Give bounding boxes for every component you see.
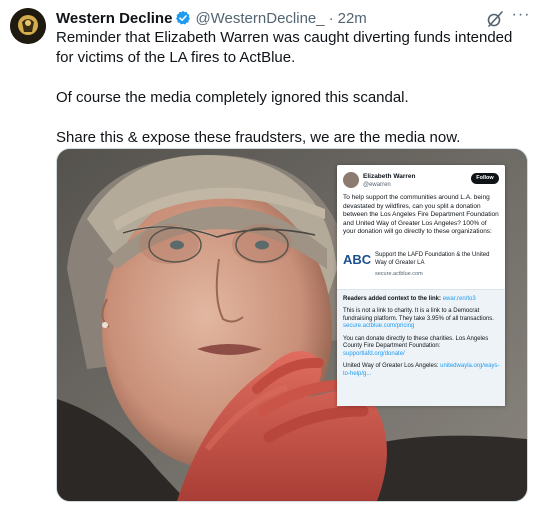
- timestamp[interactable]: 22m: [338, 10, 367, 27]
- embedded-author-handle: @ewarren: [363, 182, 391, 188]
- note-paragraph: United Way of Greater Los Angeles: unite…: [343, 363, 501, 378]
- author-handle[interactable]: @WesternDecline_: [195, 10, 324, 27]
- separator-dot: ·: [328, 9, 334, 27]
- link-domain: secure.actblue.com: [375, 271, 423, 277]
- note-text: United Way of Greater Los Angeles:: [343, 363, 439, 369]
- embedded-link-card: ABC Support the LAFD Foundation & the Un…: [343, 249, 499, 283]
- community-note-link: ewar.ren/to3: [442, 296, 476, 302]
- embedded-author-name: Elizabeth Warren: [363, 173, 416, 180]
- note-text: You can donate directly to these chariti…: [343, 335, 489, 350]
- tweet-paragraph: Share this & expose these fraudsters, we…: [56, 129, 461, 146]
- community-note-title: Readers added context to the link:: [343, 296, 442, 302]
- embedded-follow-button: Follow: [471, 173, 499, 184]
- community-note-header: Readers added context to the link: ewar.…: [343, 295, 476, 304]
- grok-icon[interactable]: [486, 10, 504, 28]
- link-title: Support the LAFD Foundation & the United…: [375, 252, 490, 266]
- author-avatar[interactable]: [10, 8, 46, 44]
- note-text: This is not a link to charity. It is a l…: [343, 308, 494, 322]
- embedded-post[interactable]: Elizabeth Warren @ewarren Follow To help…: [337, 165, 505, 406]
- author-name[interactable]: Western Decline: [56, 10, 172, 27]
- note-link: secure.actblue.com/pricing: [343, 323, 415, 329]
- more-icon[interactable]: ···: [510, 6, 532, 26]
- tweet-header: Western Decline @WesternDecline_ · 22m: [56, 8, 367, 28]
- tweet-text: Reminder that Elizabeth Warren was caugh…: [56, 28, 526, 168]
- community-note: Readers added context to the link: ewar.…: [337, 289, 505, 406]
- tweet: Western Decline @WesternDecline_ · 22m ·…: [0, 0, 552, 506]
- embedded-avatar: [343, 172, 359, 188]
- community-note-body: This is not a link to charity. It is a l…: [343, 308, 501, 383]
- note-link: supportlafd.org/donate/: [343, 350, 405, 357]
- abc-logo: ABC: [343, 252, 372, 267]
- note-paragraph: This is not a link to charity. It is a l…: [343, 308, 501, 331]
- note-paragraph: You can donate directly to these chariti…: [343, 336, 501, 359]
- tweet-paragraph: Reminder that Elizabeth Warren was caugh…: [56, 29, 513, 66]
- tweet-paragraph: Of course the media completely ignored t…: [56, 89, 409, 106]
- embedded-post-text: To help support the communities around L…: [343, 194, 499, 235]
- tweet-media[interactable]: Elizabeth Warren @ewarren Follow To help…: [56, 148, 528, 502]
- verified-badge-icon: [175, 10, 191, 26]
